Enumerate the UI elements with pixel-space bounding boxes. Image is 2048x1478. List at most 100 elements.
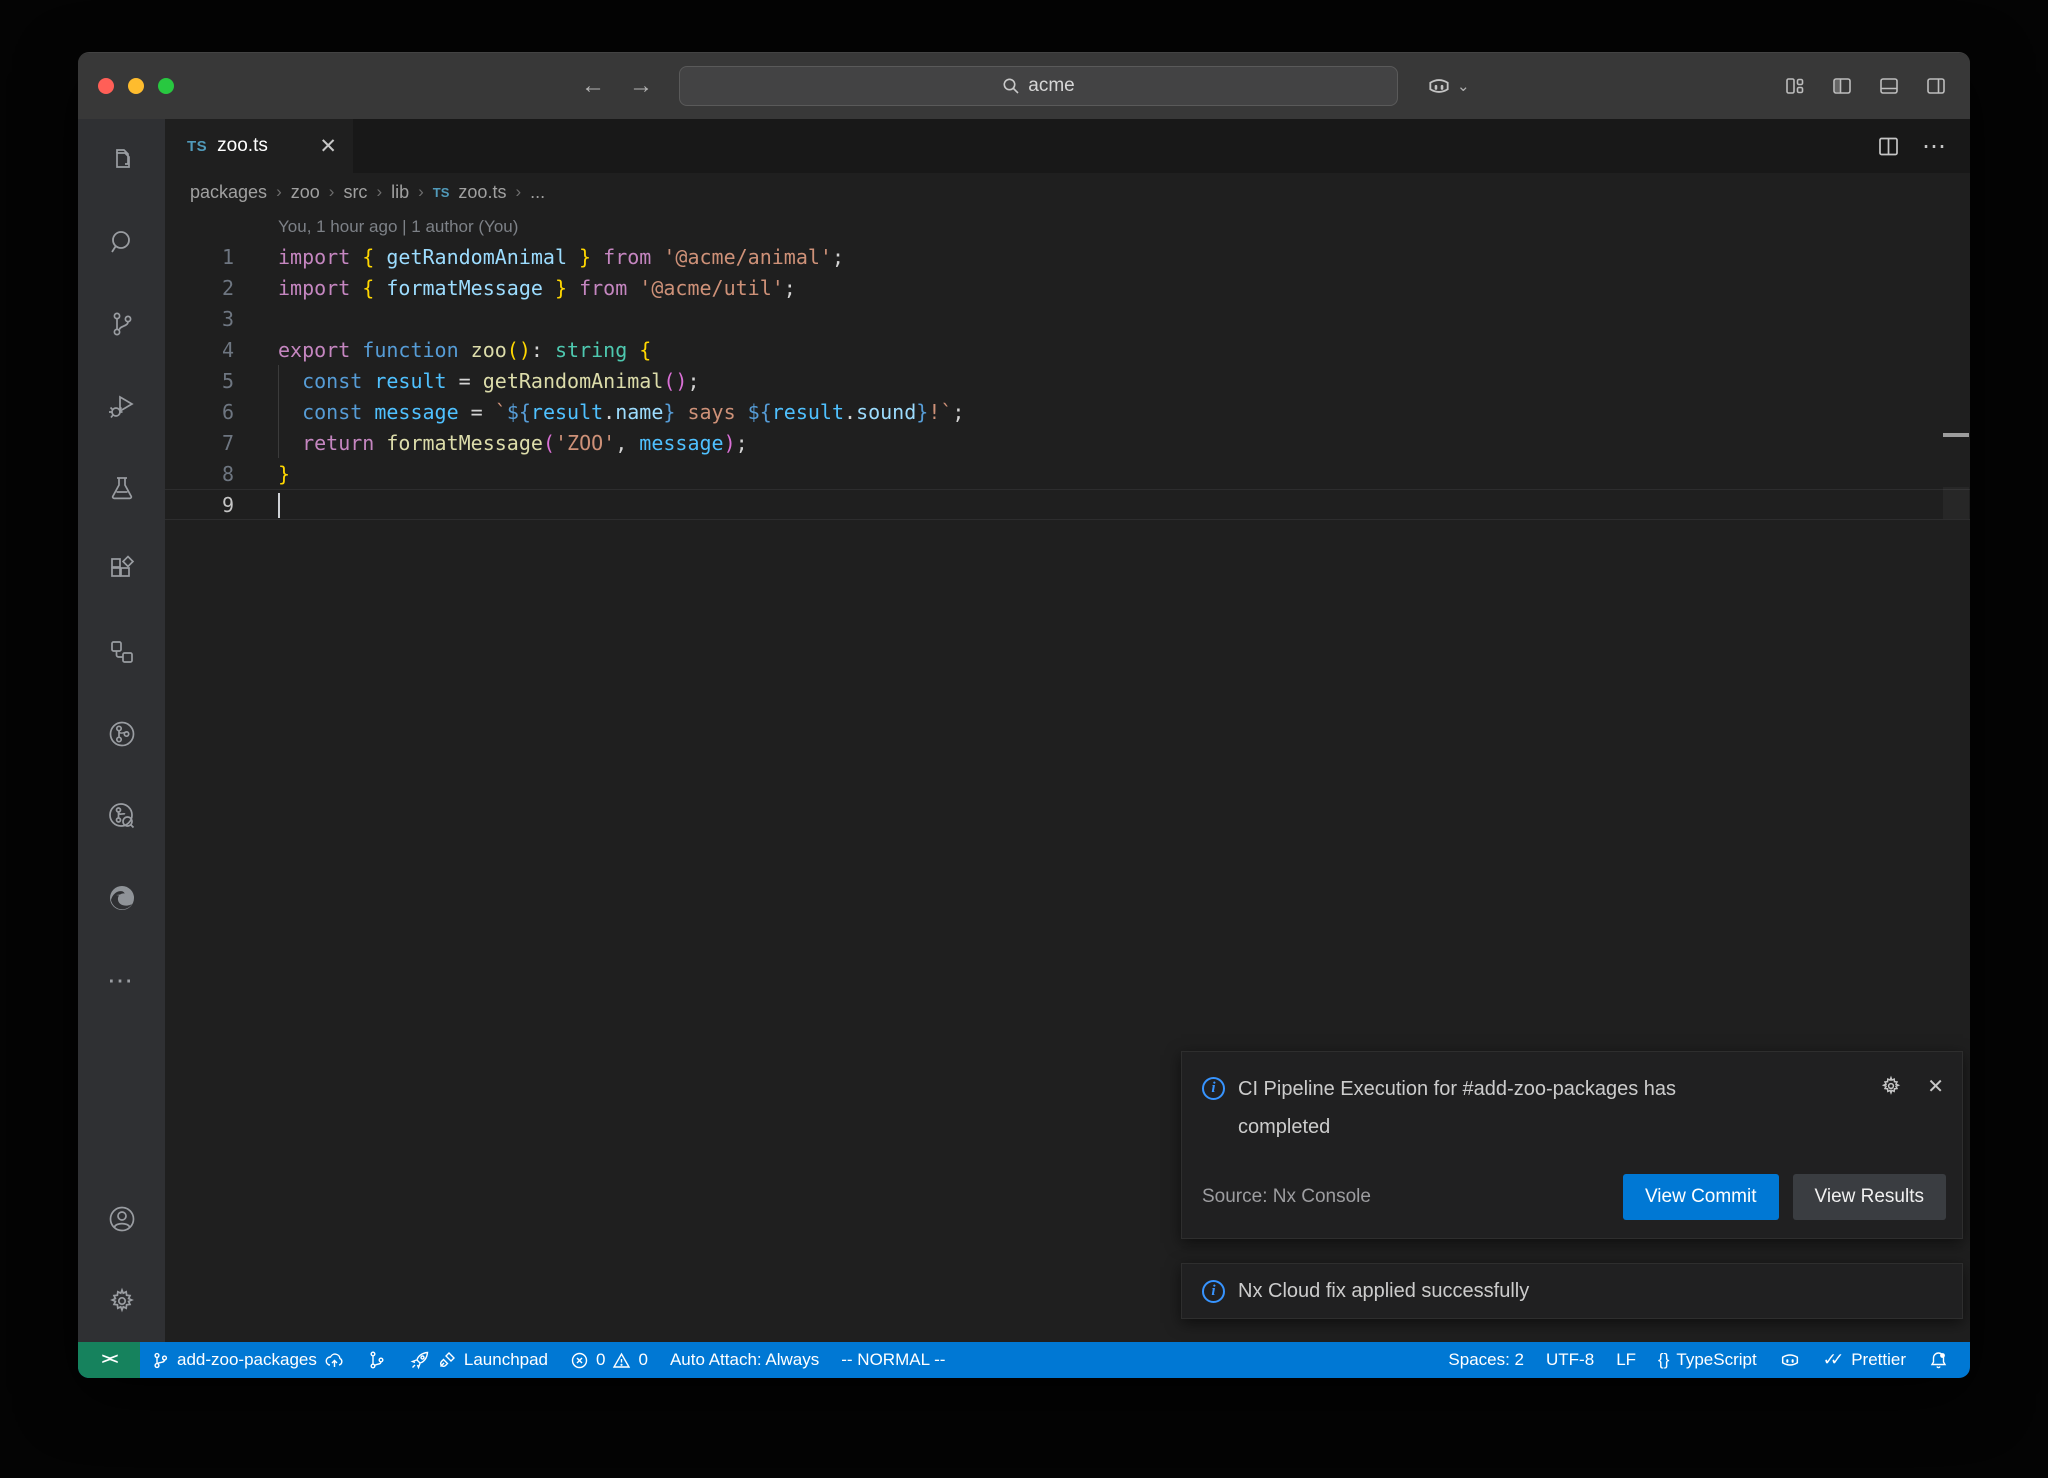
breadcrumb-separator: › bbox=[418, 182, 424, 202]
code-text: import { getRandomAnimal } from '@acme/a… bbox=[278, 245, 844, 269]
gitlens-icon[interactable] bbox=[78, 693, 165, 775]
remote-indicator-icon: >< bbox=[102, 1351, 117, 1369]
line-number: 1 bbox=[165, 245, 234, 269]
view-commit-button[interactable]: View Commit bbox=[1623, 1174, 1779, 1220]
copilot-status-item[interactable] bbox=[1768, 1349, 1812, 1371]
vim-mode-item[interactable]: -- NORMAL -- bbox=[830, 1342, 956, 1378]
more-actions-icon[interactable]: ⋯ bbox=[1922, 132, 1948, 161]
info-icon: i bbox=[1202, 1077, 1225, 1100]
formatter-item[interactable]: ✓✓ Prettier bbox=[1812, 1350, 1917, 1370]
run-debug-icon[interactable] bbox=[78, 365, 165, 447]
auto-attach-item[interactable]: Auto Attach: Always bbox=[659, 1342, 830, 1378]
explorer-icon[interactable] bbox=[78, 119, 165, 201]
breadcrumb-item[interactable]: zoo bbox=[291, 182, 320, 203]
notification-toast-ci-pipeline: i CI Pipeline Execution for #add-zoo-pac… bbox=[1181, 1051, 1963, 1239]
copilot-menu[interactable]: ⌄ bbox=[1426, 53, 1470, 119]
eol-label: LF bbox=[1616, 1350, 1636, 1370]
code-text: return formatMessage('ZOO', message); bbox=[278, 431, 748, 455]
code-line-3[interactable]: 3 bbox=[165, 303, 1970, 334]
breadcrumb-item[interactable]: packages bbox=[190, 182, 267, 203]
accounts-icon[interactable] bbox=[78, 1178, 165, 1260]
code-line-2[interactable]: 2import { formatMessage } from '@acme/ut… bbox=[165, 272, 1970, 303]
code-text: export function zoo(): string { bbox=[278, 338, 651, 362]
toggle-secondary-sidebar-icon[interactable] bbox=[1925, 75, 1947, 97]
remote-indicator[interactable]: >< bbox=[78, 1342, 140, 1378]
command-center-query: acme bbox=[1028, 75, 1074, 97]
auto-attach-label: Auto Attach: Always bbox=[670, 1350, 819, 1370]
encoding-item[interactable]: UTF-8 bbox=[1535, 1350, 1605, 1370]
line-number: 9 bbox=[165, 493, 234, 517]
breadcrumb-item[interactable]: lib bbox=[391, 182, 409, 203]
notification-message: CI Pipeline Execution for #add-zoo-packa… bbox=[1238, 1070, 1723, 1146]
status-bar: >< add-zoo-packages bbox=[78, 1342, 1970, 1378]
edge-devtools-icon[interactable] bbox=[78, 857, 165, 939]
close-window-button[interactable] bbox=[98, 78, 114, 94]
warnings-icon bbox=[612, 1351, 631, 1370]
git-branch-icon bbox=[151, 1351, 170, 1370]
indentation-item[interactable]: Spaces: 2 bbox=[1437, 1350, 1535, 1370]
close-icon[interactable]: ✕ bbox=[1927, 1074, 1944, 1099]
branch-name: add-zoo-packages bbox=[177, 1350, 317, 1370]
minimize-window-button[interactable] bbox=[128, 78, 144, 94]
line-number: 4 bbox=[165, 338, 234, 362]
overview-ruler-cursor-mark bbox=[1943, 433, 1969, 437]
zoom-window-button[interactable] bbox=[158, 78, 174, 94]
notifications-bell-item[interactable] bbox=[1917, 1350, 1960, 1371]
code-line-8[interactable]: 8} bbox=[165, 458, 1970, 489]
line-number: 5 bbox=[165, 369, 234, 393]
language-label: TypeScript bbox=[1676, 1350, 1756, 1370]
breadcrumb-ellipsis[interactable]: ... bbox=[530, 182, 545, 203]
line-number: 3 bbox=[165, 307, 234, 331]
activity-bar: ⋯ bbox=[78, 119, 165, 1342]
view-results-button[interactable]: View Results bbox=[1793, 1174, 1946, 1220]
close-tab-icon[interactable]: ✕ bbox=[319, 136, 337, 157]
toggle-sidebar-icon[interactable] bbox=[1831, 75, 1853, 97]
braces-icon: {} bbox=[1658, 1350, 1669, 1370]
launchpad-item[interactable]: Launchpad bbox=[398, 1342, 559, 1378]
settings-gear-icon[interactable] bbox=[78, 1260, 165, 1342]
plug-icon bbox=[437, 1350, 457, 1370]
spaces-label: Spaces: 2 bbox=[1448, 1350, 1524, 1370]
encoding-label: UTF-8 bbox=[1546, 1350, 1594, 1370]
code-line-9[interactable]: 9 bbox=[165, 489, 1970, 520]
language-mode-item[interactable]: {} TypeScript bbox=[1647, 1350, 1768, 1370]
breadcrumb-separator: › bbox=[376, 182, 382, 202]
ellipsis-icon: ⋯ bbox=[107, 965, 136, 996]
custom-view-icon[interactable] bbox=[78, 611, 165, 693]
gear-icon[interactable] bbox=[1879, 1074, 1903, 1098]
typescript-file-icon: TS bbox=[187, 138, 207, 155]
toggle-panel-icon[interactable] bbox=[1878, 75, 1900, 97]
code-line-1[interactable]: 1 import { getRandomAnimal } from '@acme/… bbox=[165, 241, 1970, 272]
extensions-icon[interactable] bbox=[78, 529, 165, 611]
line-number: 8 bbox=[165, 462, 234, 486]
overview-ruler-band bbox=[1943, 487, 1969, 519]
code-line-7[interactable]: 7 return formatMessage('ZOO', message); bbox=[165, 427, 1970, 458]
search-icon[interactable] bbox=[78, 201, 165, 283]
forward-arrow-icon[interactable]: → bbox=[629, 72, 653, 100]
more-views-icon[interactable]: ⋯ bbox=[78, 939, 165, 1021]
branch-status-item[interactable]: add-zoo-packages bbox=[140, 1342, 356, 1378]
eol-item[interactable]: LF bbox=[1605, 1350, 1647, 1370]
source-control-icon[interactable] bbox=[78, 283, 165, 365]
code-line-4[interactable]: 4 export function zoo(): string { bbox=[165, 334, 1970, 365]
command-center-search[interactable]: acme bbox=[679, 66, 1398, 106]
testing-icon[interactable] bbox=[78, 447, 165, 529]
gitlens-inspect-icon[interactable] bbox=[78, 775, 165, 857]
notification-toast-nx-cloud: i Nx Cloud fix applied successfully bbox=[1181, 1263, 1963, 1319]
notification-message: Nx Cloud fix applied successfully bbox=[1238, 1280, 1529, 1303]
split-editor-icon[interactable] bbox=[1877, 135, 1900, 158]
tab-bar: TS zoo.ts ✕ ⋯ bbox=[165, 119, 1970, 173]
code-line-6[interactable]: 6 const message = `${result.name} says $… bbox=[165, 396, 1970, 427]
info-icon: i bbox=[1202, 1280, 1225, 1303]
problems-item[interactable]: 0 0 bbox=[559, 1342, 659, 1378]
back-arrow-icon[interactable]: ← bbox=[581, 72, 605, 100]
tab-label: zoo.ts bbox=[217, 135, 268, 157]
commit-graph-item[interactable] bbox=[356, 1342, 398, 1378]
code-line-5[interactable]: 5 const result = getRandomAnimal(); bbox=[165, 365, 1970, 396]
customize-layout-icon[interactable] bbox=[1784, 75, 1806, 97]
breadcrumb-file[interactable]: zoo.ts bbox=[458, 182, 506, 203]
window-controls bbox=[98, 78, 174, 94]
tab-zoo-ts[interactable]: TS zoo.ts ✕ bbox=[165, 119, 353, 173]
launchpad-label: Launchpad bbox=[464, 1350, 548, 1370]
breadcrumb-item[interactable]: src bbox=[343, 182, 367, 203]
